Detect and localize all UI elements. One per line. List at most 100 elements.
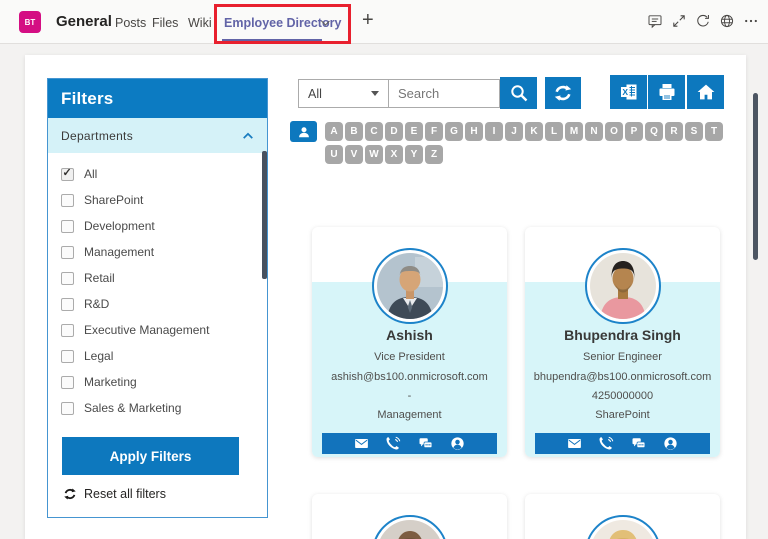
tab-posts[interactable]: Posts (115, 16, 146, 30)
print-button[interactable] (648, 75, 685, 109)
employee-email: ashish@bs100.onmicrosoft.com (312, 371, 507, 383)
departments-label: Departments (61, 129, 133, 143)
employee-actions-bar (535, 433, 710, 454)
alphabet-letter-button[interactable]: A (325, 122, 343, 141)
chat-icon[interactable] (418, 436, 433, 451)
alphabet-letter-button[interactable]: Z (425, 145, 443, 164)
call-icon[interactable] (599, 436, 614, 451)
globe-icon[interactable] (719, 13, 735, 29)
filter-option-management[interactable]: Management (48, 239, 267, 265)
chevron-up-icon[interactable] (242, 131, 254, 141)
alphabet-letter-button[interactable]: P (625, 122, 643, 141)
home-button[interactable] (687, 75, 724, 109)
alphabet-letter-button[interactable]: D (385, 122, 403, 141)
team-avatar[interactable]: BT (19, 11, 41, 33)
tab-files[interactable]: Files (152, 16, 178, 30)
email-icon[interactable] (354, 436, 369, 451)
scope-dropdown[interactable]: All (298, 79, 389, 108)
scope-dropdown-value: All (308, 87, 322, 101)
filter-option-executive-management[interactable]: Executive Management (48, 317, 267, 343)
vertical-scrollbar[interactable] (753, 93, 758, 260)
alphabet-letter-button[interactable]: Y (405, 145, 423, 164)
call-icon[interactable] (386, 436, 401, 451)
alphabet-letter-button[interactable]: I (485, 122, 503, 141)
alphabet-letter-button[interactable]: W (365, 145, 383, 164)
teams-window: X (0, 0, 768, 539)
checkbox[interactable] (61, 246, 74, 259)
employee-name: Bhupendra Singh (525, 327, 720, 343)
filter-option-retail[interactable]: Retail (48, 265, 267, 291)
checkbox[interactable] (61, 376, 74, 389)
email-icon[interactable] (567, 436, 582, 451)
checkbox[interactable] (61, 272, 74, 285)
alphabet-letter-button[interactable]: S (685, 122, 703, 141)
alphabet-letter-button[interactable]: R (665, 122, 683, 141)
profile-icon[interactable] (450, 436, 465, 451)
alphabet-letter-button[interactable]: J (505, 122, 523, 141)
filter-option-legal[interactable]: Legal (48, 343, 267, 369)
chat-icon[interactable] (631, 436, 646, 451)
checkbox[interactable] (61, 402, 74, 415)
alphabet-letter-button[interactable]: V (345, 145, 363, 164)
search-input[interactable] (389, 79, 500, 108)
apply-filters-button[interactable]: Apply Filters (62, 437, 239, 475)
checkbox[interactable] (61, 298, 74, 311)
departments-section-header[interactable]: Departments (48, 118, 267, 153)
alphabet-letter-button[interactable]: L (545, 122, 563, 141)
refresh-icon[interactable] (695, 13, 711, 29)
filters-panel-title: Filters (48, 79, 267, 118)
employee-card-partial[interactable] (312, 494, 507, 539)
alphabet-letter-button[interactable]: F (425, 122, 443, 141)
all-people-button[interactable] (290, 121, 317, 142)
employee-card-partial[interactable] (525, 494, 720, 539)
alphabet-letter-button[interactable]: C (365, 122, 383, 141)
alphabet-letter-button[interactable]: Q (645, 122, 663, 141)
alphabet-letter-button[interactable]: X (385, 145, 403, 164)
alphabet-letter-button[interactable]: K (525, 122, 543, 141)
employee-job-title: Vice President (312, 351, 507, 363)
alphabet-row-1: A B C D E F G H I J K L M N O P Q R S T (325, 122, 723, 141)
employee-name: Ashish (312, 327, 507, 343)
alphabet-letter-button[interactable]: E (405, 122, 423, 141)
alphabet-letter-button[interactable]: M (565, 122, 583, 141)
filter-option-marketing[interactable]: Marketing (48, 369, 267, 395)
employee-photo (372, 248, 448, 324)
checkbox[interactable] (61, 168, 74, 181)
chat-icon[interactable] (647, 13, 663, 29)
profile-icon[interactable] (663, 436, 678, 451)
employee-department: SharePoint (525, 409, 720, 421)
checkbox[interactable] (61, 350, 74, 363)
alphabet-letter-button[interactable]: N (585, 122, 603, 141)
alphabet-letter-button[interactable]: T (705, 122, 723, 141)
alphabet-letter-button[interactable]: G (445, 122, 463, 141)
expand-icon[interactable] (671, 13, 687, 29)
refresh-results-button[interactable] (545, 77, 581, 109)
export-excel-button[interactable] (610, 75, 647, 109)
employee-phone: - (312, 390, 507, 402)
filters-list-scrollbar[interactable] (262, 151, 267, 279)
alphabet-letter-button[interactable]: O (605, 122, 623, 141)
filters-panel: Filters Departments All SharePoint Devel… (47, 78, 268, 518)
add-tab-button[interactable]: + (362, 9, 374, 32)
checkbox[interactable] (61, 324, 74, 337)
employee-actions-bar (322, 433, 497, 454)
alphabet-letter-button[interactable]: H (465, 122, 483, 141)
filter-option-sharepoint[interactable]: SharePoint (48, 187, 267, 213)
employee-job-title: Senior Engineer (525, 351, 720, 363)
alphabet-letter-button[interactable]: B (345, 122, 363, 141)
filter-option-rnd[interactable]: R&D (48, 291, 267, 317)
dropdown-caret-icon (371, 91, 379, 96)
filter-option-sales-marketing[interactable]: Sales & Marketing (48, 395, 267, 415)
checkbox[interactable] (61, 194, 74, 207)
employee-department: Management (312, 409, 507, 421)
more-icon[interactable] (743, 13, 759, 29)
reset-all-filters-button[interactable]: Reset all filters (63, 487, 166, 501)
employee-card[interactable]: Bhupendra Singh Senior Engineer bhupendr… (525, 227, 720, 457)
search-button[interactable] (500, 77, 537, 109)
tab-wiki[interactable]: Wiki (188, 16, 212, 30)
checkbox[interactable] (61, 220, 74, 233)
filter-option-all[interactable]: All (48, 161, 267, 187)
employee-card[interactable]: Ashish Vice President ashish@bs100.onmic… (312, 227, 507, 457)
alphabet-letter-button[interactable]: U (325, 145, 343, 164)
filter-option-development[interactable]: Development (48, 213, 267, 239)
